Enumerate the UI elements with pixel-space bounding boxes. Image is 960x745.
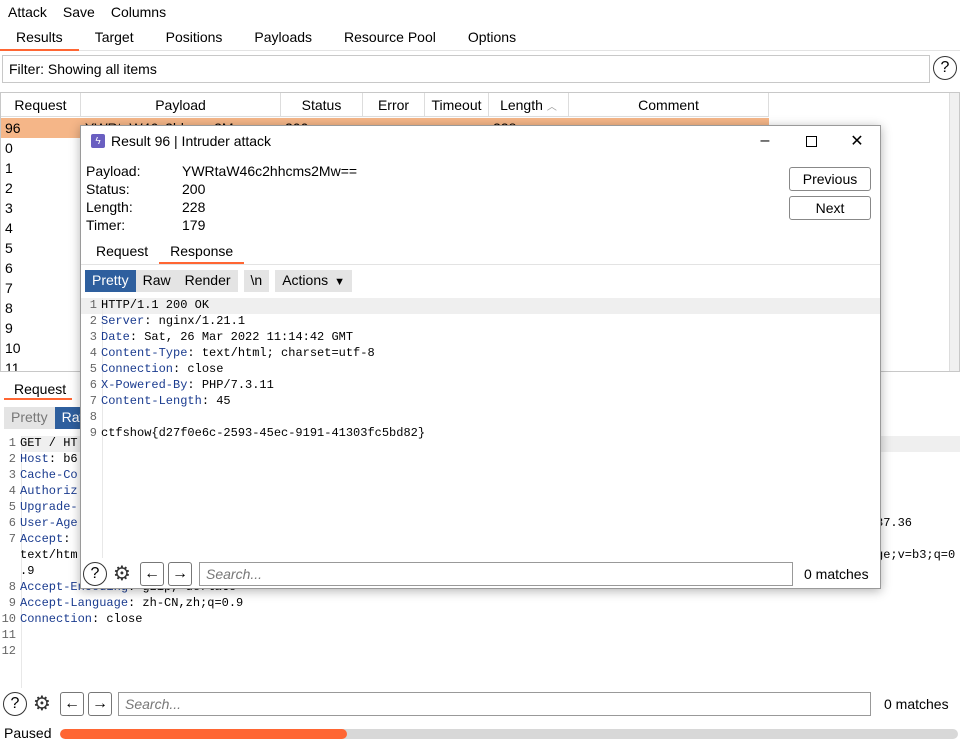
tab-options[interactable]: Options [452, 24, 532, 50]
response-toolbar: Pretty Raw Render \n Actions ▼ [85, 270, 353, 292]
cell-request: 96 [5, 120, 21, 136]
chevron-down-icon: ▼ [334, 276, 346, 288]
next-button[interactable]: Next [789, 196, 871, 220]
result-dialog: ϟ Result 96 | Intruder attack – ✕ Payloa… [80, 125, 881, 589]
search-input[interactable]: Search... [118, 692, 871, 716]
tab-divider [81, 264, 880, 265]
column-length[interactable]: Length ︿ [489, 93, 569, 117]
column-comment[interactable]: Comment [569, 93, 769, 117]
column-status[interactable]: Status [281, 93, 363, 117]
match-count: 0 matches [884, 696, 949, 712]
code-line: 11 [1, 628, 16, 642]
progress-bar [60, 729, 958, 739]
tab-response[interactable]: Response [159, 240, 245, 264]
previous-button[interactable]: Previous [789, 167, 871, 191]
burp-logo-icon: ϟ [91, 134, 105, 148]
code-line: 3 Date: Sat, 26 Mar 2022 11:14:42 GMT [89, 330, 354, 344]
tab-results[interactable]: Results [0, 24, 79, 51]
sort-asc-icon: ︿ [546, 101, 557, 113]
code-line: 9 Accept-Language: zh-CN,zh;q=0.9 [8, 596, 244, 610]
code-line: 4 Content-Type: text/html; charset=utf-8 [89, 346, 375, 360]
newline-toggle[interactable]: \n [243, 270, 270, 292]
help-icon[interactable]: ? [3, 692, 27, 716]
code-line: 9 ctfshow{d27f0e6c-2593-45ec-9191-41303fc… [89, 426, 426, 440]
help-icon[interactable]: ? [83, 562, 107, 586]
column-timeout[interactable]: Timeout [425, 93, 489, 117]
gear-icon[interactable]: ⚙ [110, 562, 134, 586]
code-fragment: 37.36 [876, 516, 913, 530]
help-icon[interactable]: ? [933, 56, 957, 80]
dialog-titlebar[interactable]: ϟ Result 96 | Intruder attack – ✕ [81, 126, 880, 156]
code-line: 6 X-Powered-By: PHP/7.3.11 [89, 378, 274, 392]
dialog-title: Result 96 | Intruder attack [111, 133, 272, 149]
tab-resource-pool[interactable]: Resource Pool [328, 24, 452, 50]
dialog-search-bar: ? ⚙ ← → Search... 0 matches [81, 560, 880, 588]
mode-pretty[interactable]: Pretty [85, 270, 136, 292]
response-editor[interactable]: 1 HTTP/1.1 200 OK 2 Server: nginx/1.21.1 3… [81, 298, 880, 558]
actions-label: Actions [282, 272, 329, 288]
dialog-tabs: Request Response [85, 240, 245, 264]
tab-target[interactable]: Target [79, 24, 150, 50]
code-line: 2 Server: nginx/1.21.1 [89, 314, 246, 328]
progress-fill [60, 729, 348, 739]
tab-positions[interactable]: Positions [150, 24, 239, 50]
gear-icon[interactable]: ⚙ [30, 692, 54, 716]
tab-request[interactable]: Request [85, 240, 159, 262]
match-count: 0 matches [804, 566, 869, 582]
minimize-icon[interactable]: – [742, 126, 788, 156]
code-line: 5 Connection: close [89, 362, 224, 376]
arrow-left-icon[interactable]: ← [140, 562, 164, 586]
mode-render[interactable]: Render [177, 270, 238, 292]
filter-bar[interactable]: Filter: Showing all items [2, 55, 930, 83]
arrow-right-icon[interactable]: → [88, 692, 112, 716]
code-line: 10 Connection: close [1, 612, 143, 626]
code-line: 8 [89, 410, 97, 424]
menu-columns[interactable]: Columns [103, 4, 174, 20]
column-error[interactable]: Error [363, 93, 425, 117]
table-header: Request Payload Status Error Timeout Len… [1, 93, 769, 117]
tab-payloads[interactable]: Payloads [238, 24, 328, 50]
mode-raw[interactable]: Raw [135, 270, 178, 292]
code-fragment: ge;v=b3;q=0 [876, 548, 956, 562]
search-input[interactable]: Search... [199, 562, 793, 586]
column-payload[interactable]: Payload [81, 93, 281, 117]
code-line: 12 [1, 644, 16, 658]
menu-save[interactable]: Save [55, 4, 103, 20]
actions-dropdown[interactable]: Actions ▼ [275, 270, 353, 292]
maximize-icon[interactable] [788, 126, 834, 156]
field-status: Status: 200 [86, 181, 206, 197]
code-line: 7 Content-Length: 45 [89, 394, 231, 408]
mode-pretty[interactable]: Pretty [4, 407, 55, 429]
menu-attack[interactable]: Attack [0, 4, 55, 20]
arrow-left-icon[interactable]: ← [60, 692, 84, 716]
field-length: Length: 228 [86, 199, 206, 215]
column-request[interactable]: Request [1, 93, 81, 117]
arrow-right-icon[interactable]: → [168, 562, 192, 586]
menu-bar: Attack Save Columns [0, 0, 960, 24]
status-text: Paused [4, 725, 52, 741]
flag-text: ctfshow{d27f0e6c-2593-45ec-9191-41303fc5… [101, 426, 426, 440]
main-tabs: Results Target Positions Payloads Resour… [0, 24, 960, 51]
code-line: 1 HTTP/1.1 200 OK [89, 298, 210, 312]
field-timer: Timer: 179 [86, 217, 206, 233]
tab-request[interactable]: Request [4, 378, 72, 400]
field-payload: Payload: YWRtaW46c2hhcms2Mw== [86, 163, 358, 179]
close-icon[interactable]: ✕ [834, 126, 880, 156]
column-length-label: Length [500, 97, 543, 113]
